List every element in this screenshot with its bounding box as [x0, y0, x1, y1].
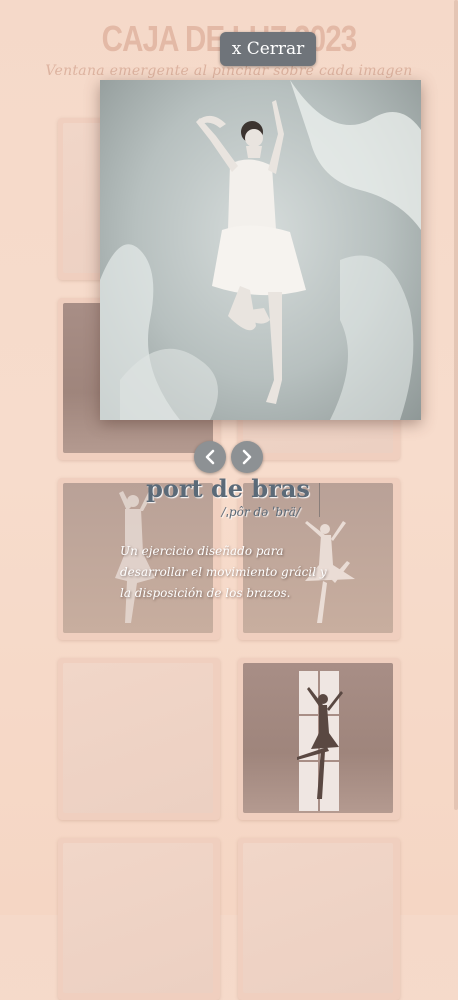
caption-description: Un ejercicio diseñado para desarrollar e…: [120, 544, 327, 600]
caption-phonetic: /ˌpôr də ˈbrä/: [221, 505, 301, 519]
gallery-thumbnail[interactable]: [238, 838, 400, 1000]
previous-button[interactable]: [194, 441, 226, 473]
chevron-left-icon: [205, 449, 215, 465]
lightbox-image[interactable]: [100, 80, 421, 420]
scrollbar[interactable]: [454, 0, 458, 810]
thumbnail-image: [63, 663, 213, 813]
close-button[interactable]: x Cerrar: [220, 32, 316, 66]
next-button[interactable]: [231, 441, 263, 473]
window-dancer-icon: [297, 671, 343, 811]
caption-term: port de bras: [146, 474, 310, 503]
gallery-thumbnail[interactable]: [58, 658, 220, 820]
gallery-thumbnail[interactable]: [238, 658, 400, 820]
thumbnail-image: [63, 843, 213, 993]
gallery-thumbnail[interactable]: [58, 838, 220, 1000]
caption-divider: [319, 483, 320, 517]
chevron-right-icon: [242, 449, 252, 465]
thumbnail-image: [243, 663, 393, 813]
ballet-dancer-photo: [100, 80, 421, 420]
thumbnail-image: [243, 843, 393, 993]
